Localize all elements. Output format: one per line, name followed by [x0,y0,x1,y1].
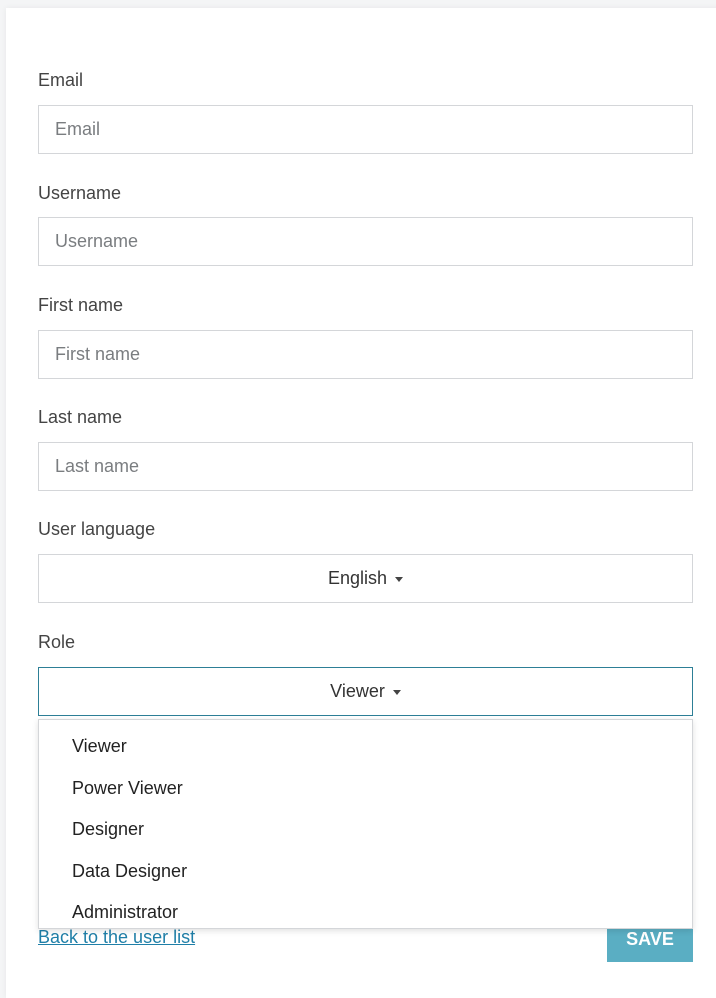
role-option-viewer[interactable]: Viewer [39,726,692,768]
user-language-label: User language [38,519,156,539]
first-name-label: First name [38,295,124,315]
role-select[interactable]: Viewer [38,667,693,716]
first-name-field[interactable] [38,330,693,379]
user-language-value: English [327,568,388,588]
chevron-down-icon [395,577,404,582]
role-label: Role [38,632,76,652]
role-option-power-viewer[interactable]: Power Viewer [39,768,692,810]
role-option-designer[interactable]: Designer [39,809,692,851]
role-dropdown-menu: Viewer Power Viewer Designer Data Design… [38,719,693,929]
role-option-administrator[interactable]: Administrator [39,892,692,934]
user-language-select[interactable]: English [38,554,693,603]
email-label: Email [38,70,84,90]
chevron-down-icon [392,690,401,695]
username-label: Username [38,183,122,203]
last-name-label: Last name [38,407,123,427]
last-name-field[interactable] [38,442,693,491]
username-field[interactable] [38,217,693,266]
email-field[interactable] [38,105,693,154]
role-option-data-designer[interactable]: Data Designer [39,851,692,893]
role-value: Viewer [330,681,385,701]
